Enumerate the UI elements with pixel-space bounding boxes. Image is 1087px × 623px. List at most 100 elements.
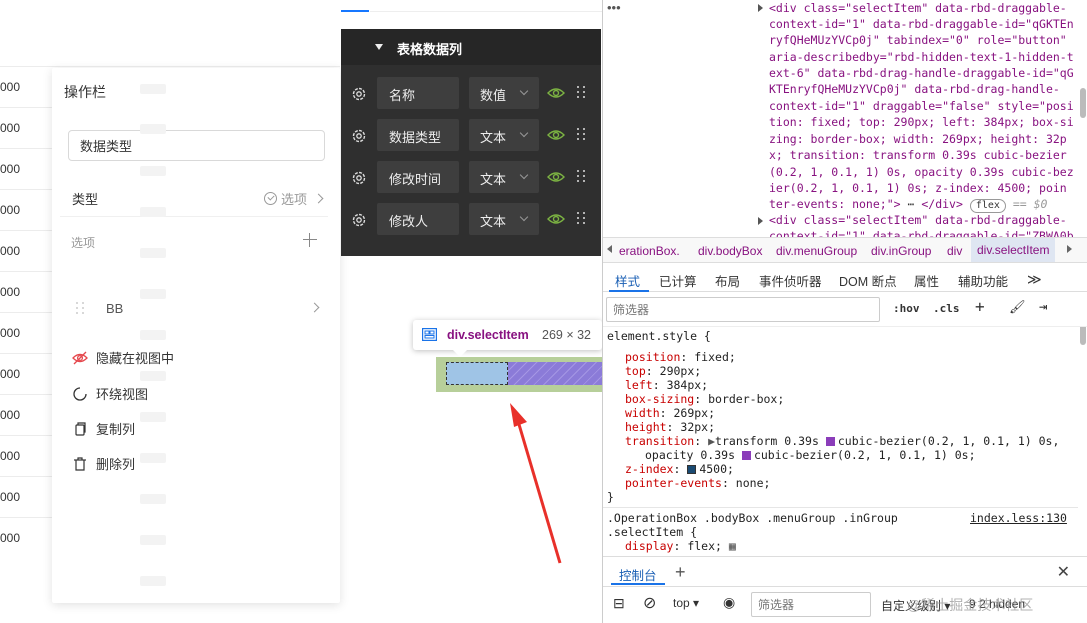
close-icon[interactable]: ✕ — [1057, 562, 1070, 582]
tab-computed[interactable]: 已计算 — [659, 271, 697, 290]
drag-handle-icon[interactable] — [76, 302, 86, 316]
column-name[interactable]: 数据类型 — [377, 119, 459, 151]
column-row[interactable]: 修改人 文本 — [341, 203, 601, 237]
scroll-left-icon[interactable] — [607, 245, 612, 253]
gear-icon[interactable] — [351, 212, 367, 228]
flex-badge[interactable]: flex — [969, 199, 1006, 213]
dom-line[interactable]: ext-6" data-rbd-drag-handle-draggable-id… — [769, 66, 1074, 80]
breadcrumb-item[interactable]: div.bodyBox — [698, 244, 762, 258]
tab-properties[interactable]: 属性 — [914, 271, 939, 290]
style-declaration[interactable]: position: fixed; — [625, 350, 736, 364]
tab-styles[interactable]: 样式 — [615, 271, 640, 290]
column-row[interactable]: 名称 数值 — [341, 77, 601, 111]
gear-icon[interactable] — [351, 128, 367, 144]
rule-selector[interactable]: .OperationBox .bodyBox .menuGroup .inGro… — [607, 511, 898, 525]
tab-event-listeners[interactable]: 事件侦听器 — [759, 271, 822, 290]
dom-line[interactable]: ryfQHeMUzYVCp0j" tabindex="0" role="butt… — [769, 33, 1067, 47]
tab-dom-breakpoints[interactable]: DOM 断点 — [839, 271, 897, 290]
eye-icon[interactable] — [547, 128, 565, 142]
dom-line[interactable]: ier(0.2, 1, 0.1, 1) 0s; z-index: 4500; p… — [769, 181, 1067, 195]
dom-line[interactable]: context-id="1" data-rbd-draggable-id="ZB… — [769, 229, 1074, 237]
style-declaration[interactable]: transition: ▶transform 0.39s cubic-bezie… — [625, 434, 1059, 448]
dom-line[interactable]: <div class="selectItem" data-rbd-draggab… — [769, 213, 1067, 227]
style-declaration[interactable]: pointer-events: none; — [625, 476, 770, 490]
copy-column-action[interactable]: 复制列 — [72, 419, 135, 438]
style-declaration[interactable]: top: 290px; — [625, 364, 701, 378]
styles-scrollbar[interactable] — [1080, 327, 1086, 345]
expand-triangle-icon[interactable] — [758, 217, 763, 225]
breadcrumb-item[interactable]: div.inGroup — [871, 244, 931, 258]
style-declaration[interactable]: box-sizing: border-box; — [625, 392, 784, 406]
source-link[interactable]: index.less:130 — [970, 511, 1067, 525]
add-tab-icon[interactable]: + — [675, 562, 686, 583]
expand-triangle-icon[interactable] — [758, 4, 763, 12]
wrap-view-action[interactable]: 环绕视图 — [72, 384, 148, 403]
add-option-icon[interactable] — [303, 233, 317, 247]
hover-state-toggle[interactable]: :hov — [893, 302, 920, 315]
column-name[interactable]: 名称 — [377, 77, 459, 109]
sidebar-toggle-icon[interactable]: ⊟ — [613, 595, 625, 612]
tab-layout[interactable]: 布局 — [715, 271, 740, 290]
breadcrumb-item[interactable]: div.menuGroup — [776, 244, 857, 258]
dom-line-end[interactable]: ter-events: none;"> ⋯ </div> flex == $0 — [769, 197, 1047, 213]
column-row[interactable]: 数据类型 文本 — [341, 119, 601, 153]
tab-console[interactable]: 控制台 — [619, 565, 657, 584]
toggle-sidebar-icon[interactable]: ⇥ — [1039, 299, 1047, 315]
type-value[interactable]: 选项 — [263, 189, 324, 208]
style-declaration[interactable]: height: 32px; — [625, 420, 715, 434]
eye-icon[interactable] — [547, 170, 565, 184]
column-type-select[interactable]: 文本 — [469, 161, 539, 193]
more-tabs-icon[interactable]: ≫ — [1027, 271, 1042, 288]
class-toggle[interactable]: .cls — [933, 302, 960, 315]
breadcrumb-item[interactable]: div — [947, 244, 962, 258]
bezier-swatch[interactable] — [741, 451, 751, 460]
z-index-swatch[interactable] — [687, 465, 697, 474]
rule-selector[interactable]: .selectItem { — [607, 525, 697, 539]
column-name[interactable]: 修改人 — [377, 203, 459, 235]
more-icon[interactable]: ••• — [607, 0, 621, 15]
column-name-input[interactable] — [68, 130, 325, 161]
tab-accessibility[interactable]: 辅助功能 — [958, 271, 1008, 290]
context-select[interactable]: top ▾ — [673, 596, 699, 610]
styles-filter-input[interactable] — [606, 297, 880, 322]
breadcrumb-item-active[interactable]: div.selectItem — [971, 238, 1056, 262]
rule-selector[interactable]: element.style { — [607, 329, 711, 343]
dom-line[interactable]: aria-describedby="rbd-hidden-text-1-hidd… — [769, 50, 1074, 64]
drag-handle-icon[interactable] — [577, 212, 587, 226]
column-row[interactable]: 修改时间 文本 — [341, 161, 601, 195]
style-declaration[interactable]: width: 269px; — [625, 406, 715, 420]
dom-line[interactable]: KTEnryfQHeMUzYVCp0j" data-rbd-drag-handl… — [769, 82, 1060, 96]
dom-line[interactable]: tion: fixed; top: 290px; left: 384px; bo… — [769, 115, 1074, 129]
new-rule-icon[interactable]: + — [975, 297, 985, 316]
live-expression-icon[interactable]: ◉ — [723, 594, 735, 611]
option-item[interactable]: BB — [60, 294, 328, 324]
eye-icon[interactable] — [547, 86, 565, 100]
style-declaration[interactable]: z-index: 4500; — [625, 462, 734, 476]
delete-column-action[interactable]: 删除列 — [72, 454, 135, 473]
drag-handle-icon[interactable] — [577, 128, 587, 142]
column-type-select[interactable]: 数值 — [469, 77, 539, 109]
gear-icon[interactable] — [351, 170, 367, 186]
scroll-right-icon[interactable] — [1067, 245, 1072, 253]
breadcrumb-item[interactable]: erationBox. — [619, 244, 680, 258]
type-select-row[interactable]: 类型 选项 — [60, 181, 328, 217]
dom-line[interactable]: <div class="selectItem" data-rbd-draggab… — [769, 1, 1067, 15]
drag-handle-icon[interactable] — [577, 86, 587, 100]
table-columns-header[interactable]: 表格数据列 — [341, 29, 601, 65]
dom-line[interactable]: zing: border-box; width: 269px; height: … — [769, 132, 1067, 146]
paint-brush-icon[interactable]: 🖌 — [1009, 300, 1026, 315]
eye-icon[interactable] — [547, 212, 565, 226]
drag-handle-icon[interactable] — [577, 170, 587, 184]
bezier-swatch[interactable] — [825, 437, 835, 446]
dom-line[interactable]: context-id="1" data-rbd-draggable-id="qG… — [769, 17, 1074, 31]
clear-console-icon[interactable]: ⊘ — [643, 593, 656, 613]
dom-line[interactable]: (0.2, 1, 0.1, 1) 0s, opacity 0.39s cubic… — [769, 165, 1074, 179]
style-declaration[interactable]: display: flex; ▦ — [625, 539, 736, 553]
style-declaration[interactable]: left: 384px; — [625, 378, 708, 392]
gear-icon[interactable] — [351, 86, 367, 102]
dom-line[interactable]: x; transition: transform 0.39s cubic-bez… — [769, 148, 1067, 162]
column-type-select[interactable]: 文本 — [469, 203, 539, 235]
column-type-select[interactable]: 文本 — [469, 119, 539, 151]
flex-editor-icon[interactable]: ▦ — [729, 539, 736, 553]
elements-scrollbar[interactable] — [1080, 88, 1086, 118]
